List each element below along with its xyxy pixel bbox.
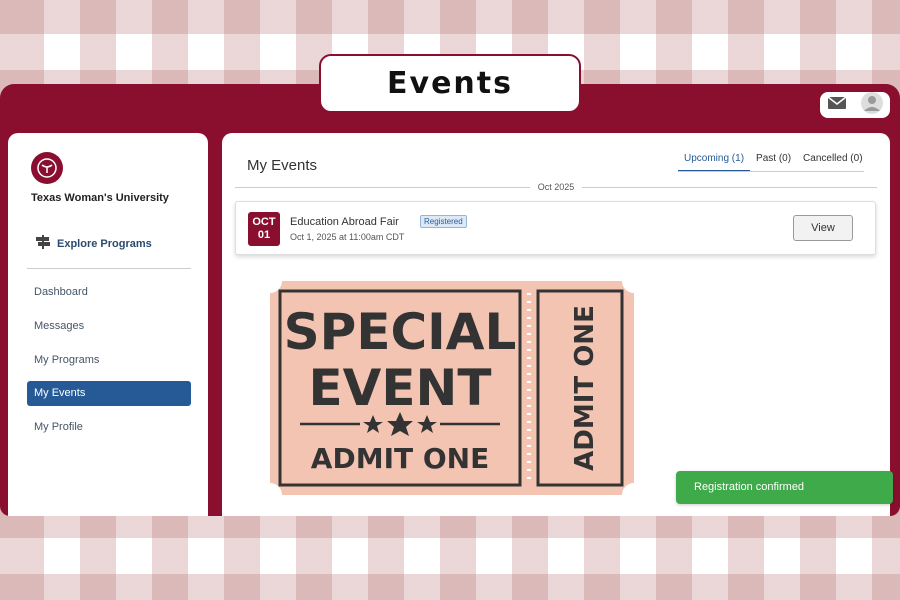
ticket-stub-text: ADMIT ONE — [570, 305, 600, 471]
main-panel: My Events Upcoming (1) Past (0) Cancelle… — [222, 133, 890, 516]
event-date-badge: OCT 01 — [248, 212, 280, 246]
explore-programs-label: Explore Programs — [57, 237, 152, 250]
month-divider: Oct 2025 — [235, 181, 877, 193]
explore-programs-link[interactable]: Explore Programs — [35, 235, 152, 252]
event-card: OCT 01 Education Abroad Fair Registered … — [235, 201, 876, 255]
ticket-line2: EVENT — [309, 359, 492, 417]
tab-cancelled[interactable]: Cancelled (0) — [797, 151, 868, 172]
tabs-underline — [678, 171, 864, 172]
registered-badge: Registered — [420, 215, 467, 228]
mail-icon[interactable] — [827, 95, 847, 115]
sidebar-divider — [27, 268, 191, 269]
event-tabs: Upcoming (1) Past (0) Cancelled (0) — [678, 151, 869, 172]
event-datetime: Oct 1, 2025 at 11:00am CDT — [290, 232, 405, 242]
tab-past[interactable]: Past (0) — [750, 151, 797, 172]
page-banner-title: Events — [319, 54, 581, 113]
view-event-button[interactable]: View — [793, 215, 853, 241]
special-event-ticket-image: SPECIAL EVENT ADMIT ONE ADMIT ONE — [270, 281, 634, 495]
toast-notification: Registration confirmed — [676, 471, 893, 504]
university-logo-icon — [31, 152, 63, 184]
user-avatar-icon[interactable] — [861, 91, 883, 119]
page-title: My Events — [247, 157, 318, 174]
signpost-icon — [35, 235, 51, 252]
sidebar-item-dashboard[interactable]: Dashboard — [27, 280, 191, 305]
event-day: 01 — [257, 229, 271, 241]
org-name: Texas Woman's University — [31, 192, 169, 204]
ticket-line1: SPECIAL — [284, 303, 517, 361]
sidebar-item-my-profile[interactable]: My Profile — [27, 415, 191, 440]
top-icon-bar — [820, 91, 890, 119]
event-name: Education Abroad Fair — [290, 216, 399, 228]
sidebar-item-my-programs[interactable]: My Programs — [27, 348, 191, 373]
ticket-line3: ADMIT ONE — [311, 442, 489, 475]
month-label: Oct 2025 — [537, 182, 575, 192]
event-month: OCT — [252, 216, 276, 228]
sidebar-item-my-events[interactable]: My Events — [27, 381, 191, 406]
sidebar: Texas Woman's University Explore Program… — [8, 133, 208, 516]
tab-upcoming[interactable]: Upcoming (1) — [678, 151, 751, 172]
sidebar-item-messages[interactable]: Messages — [27, 314, 191, 339]
